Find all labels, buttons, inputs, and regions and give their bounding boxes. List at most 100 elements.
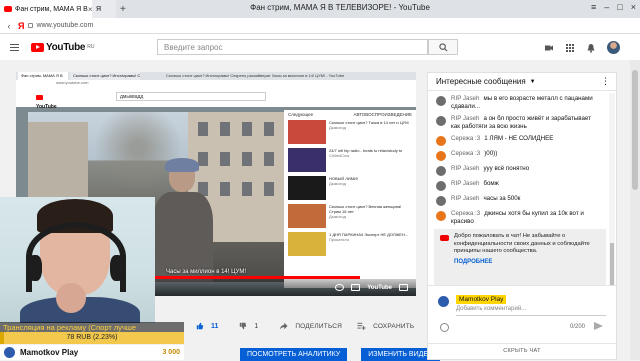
- stream-overlay-title: Трансляция на рекламу (Спорт лучше: [0, 322, 184, 332]
- suggestion-thumbnail: [288, 232, 326, 256]
- stream-tab: Сколько стоит цикл? Инстаграмы! Секреты.…: [70, 72, 140, 80]
- yandex-icon[interactable]: Я: [18, 21, 24, 31]
- donor-name: Mamotkov Play: [20, 348, 79, 357]
- like-icon[interactable]: [196, 322, 204, 330]
- stream-window-title: Сколько стоит цикл? Инстаграмы! Секреты …: [166, 73, 345, 78]
- window-controls: ≡ – □ ×: [591, 2, 636, 12]
- save-button[interactable]: СОХРАНИТЬ: [373, 323, 414, 330]
- chat-comment-input[interactable]: Добавить комментарий...: [456, 306, 606, 316]
- chat-header: Интересные сообщения ▼ ⋮: [428, 73, 616, 91]
- logo-text: YouTube: [46, 41, 86, 53]
- browser-tab[interactable]: Я: [92, 0, 116, 18]
- learn-more-link[interactable]: ПОДРОБНЕЕ: [454, 259, 600, 267]
- lock-icon: [28, 23, 34, 28]
- send-icon[interactable]: [594, 322, 603, 330]
- share-button[interactable]: ПОДЕЛИТЬСЯ: [295, 323, 342, 330]
- chat-avatar: [436, 116, 446, 126]
- video-actions-area: 11 1 ПОДЕЛИТЬСЯ СОХРАНИТЬ ⋯ ПОСМОТРЕТЬ А…: [184, 318, 453, 361]
- hamburger-menu-icon[interactable]: [10, 42, 19, 53]
- donor-avatar: [4, 347, 15, 358]
- search-icon: [438, 42, 447, 51]
- chat-avatar: [436, 166, 446, 176]
- view-analytics-button[interactable]: ПОСМОТРЕТЬ АНАЛИТИКУ: [240, 348, 348, 361]
- video-camera-icon[interactable]: [544, 43, 554, 53]
- settings-gear-icon[interactable]: [335, 284, 345, 291]
- page-scrollbar[interactable]: [630, 60, 640, 360]
- chat-scrollbar[interactable]: [609, 93, 615, 293]
- stream-youtube-logo: YouTube: [36, 93, 60, 110]
- bell-icon[interactable]: [586, 43, 596, 53]
- new-tab-icon[interactable]: +: [120, 4, 126, 15]
- like-count: 11: [211, 322, 219, 330]
- chat-text: )00)): [484, 150, 498, 157]
- back-icon[interactable]: ‹: [4, 21, 14, 31]
- chat-input-area: Mamotkov Play Добавить комментарий... 0/…: [428, 285, 616, 345]
- suggestion-thumbnail: [288, 120, 326, 144]
- chat-avatar: [436, 181, 446, 191]
- search-input[interactable]: Введите запрос: [157, 39, 428, 55]
- chat-message: RIP Jaseh ууу всё понятно: [428, 163, 609, 178]
- suggestion-channel: Дымоход: [329, 125, 346, 130]
- save-playlist-icon[interactable]: [357, 322, 366, 330]
- chevron-down-icon[interactable]: ▼: [530, 79, 536, 85]
- chat-message: RIP Jaseh часы за 500к: [428, 193, 609, 208]
- chat-author: Сережа :3: [451, 210, 481, 217]
- chat-avatar: [436, 136, 446, 146]
- search-button[interactable]: [428, 39, 458, 55]
- chat-message: RIP Jaseh а он бл просто живёт и зарабаты…: [428, 113, 609, 133]
- menu-icon[interactable]: ≡: [591, 2, 596, 12]
- webcam-overlay: [0, 197, 155, 323]
- apps-grid-icon[interactable]: [565, 43, 575, 53]
- chat-message: RIP Jaseh бомж: [428, 178, 609, 193]
- logo-region: RU: [87, 44, 95, 50]
- share-icon[interactable]: [279, 322, 288, 330]
- suggestion-item: НОВЫЙ ЛИМИ! Дымоход: [284, 175, 416, 203]
- url-text: www.youtube.com: [36, 22, 94, 29]
- chat-author: RIP Jaseh: [451, 95, 480, 102]
- chat-message: Сережа :3)00)): [428, 148, 609, 163]
- browser-tab-active[interactable]: Фан стрим, МАМА Я В ×: [0, 0, 92, 18]
- chat-message: Сережа :3 джинсы хотя бы купил за 10к вот…: [428, 208, 609, 228]
- url-field[interactable]: www.youtube.com: [28, 22, 93, 29]
- suggestion-item: 24/7 lofi hip radio - beats to relax/stu…: [284, 147, 416, 175]
- maximize-icon[interactable]: □: [617, 2, 622, 12]
- fullscreen-icon[interactable]: [399, 284, 408, 291]
- chat-avatar: [436, 211, 446, 221]
- chat-avatar: [436, 151, 446, 161]
- suggestion-title: Сколько стоит цикл? Вечная женщина! Стри…: [329, 204, 402, 214]
- chat-author: RIP Jaseh: [451, 180, 480, 187]
- suggestion-channel: Дымоход: [329, 181, 346, 186]
- youtube-brand[interactable]: YouTube: [367, 285, 392, 291]
- autoplay-label: АВТОВОСПРОИЗВЕДЕНИЕ: [353, 112, 412, 117]
- more-vert-icon[interactable]: ⋮: [601, 76, 610, 87]
- avatar[interactable]: [607, 41, 620, 54]
- suggestion-thumbnail: [288, 204, 326, 228]
- chat-mode-selector[interactable]: Интересные сообщения: [436, 77, 526, 86]
- dislike-icon[interactable]: [239, 322, 247, 330]
- chat-author: Сережа :3: [451, 135, 481, 142]
- suggestion-channel: Прокатило: [329, 237, 349, 242]
- youtube-logo[interactable]: YouTube RU: [31, 42, 94, 53]
- person-in-video: [153, 158, 213, 282]
- chat-author: RIP Jaseh: [451, 165, 480, 172]
- youtube-play-icon: [31, 42, 44, 52]
- youtube-favicon-icon: [4, 6, 12, 12]
- hide-chat-button[interactable]: СКРЫТЬ ЧАТ: [428, 343, 616, 354]
- stream-url: www.youtube.com: [16, 80, 416, 87]
- minimize-icon[interactable]: –: [604, 2, 609, 12]
- chat-avatar: [436, 96, 446, 106]
- chat-text: бомж: [483, 180, 499, 187]
- emoji-icon[interactable]: [440, 323, 449, 332]
- chat-user-name: Mamotkov Play: [456, 295, 507, 304]
- chat-text: ууу всё понятно: [483, 165, 530, 172]
- subtitles-icon[interactable]: [351, 284, 361, 291]
- last-donor-bar: Mamotkov Play 3 000: [0, 345, 184, 360]
- chat-avatar: [436, 196, 446, 206]
- browser-tab-label: Фан стрим, МАМА Я В: [15, 5, 88, 13]
- suggestion-item: Сколько стоит цикл? Тачка в 14 лет и ЦУМ…: [284, 119, 416, 147]
- chat-welcome-text: Добро пожаловать в чат! Не забывайте о к…: [454, 233, 590, 254]
- chat-author: Сережа :3: [451, 150, 481, 157]
- close-window-icon[interactable]: ×: [631, 2, 636, 12]
- donation-progress-text: 78 RUB (2.23%): [66, 334, 118, 341]
- donor-amount: 3 000: [162, 349, 180, 356]
